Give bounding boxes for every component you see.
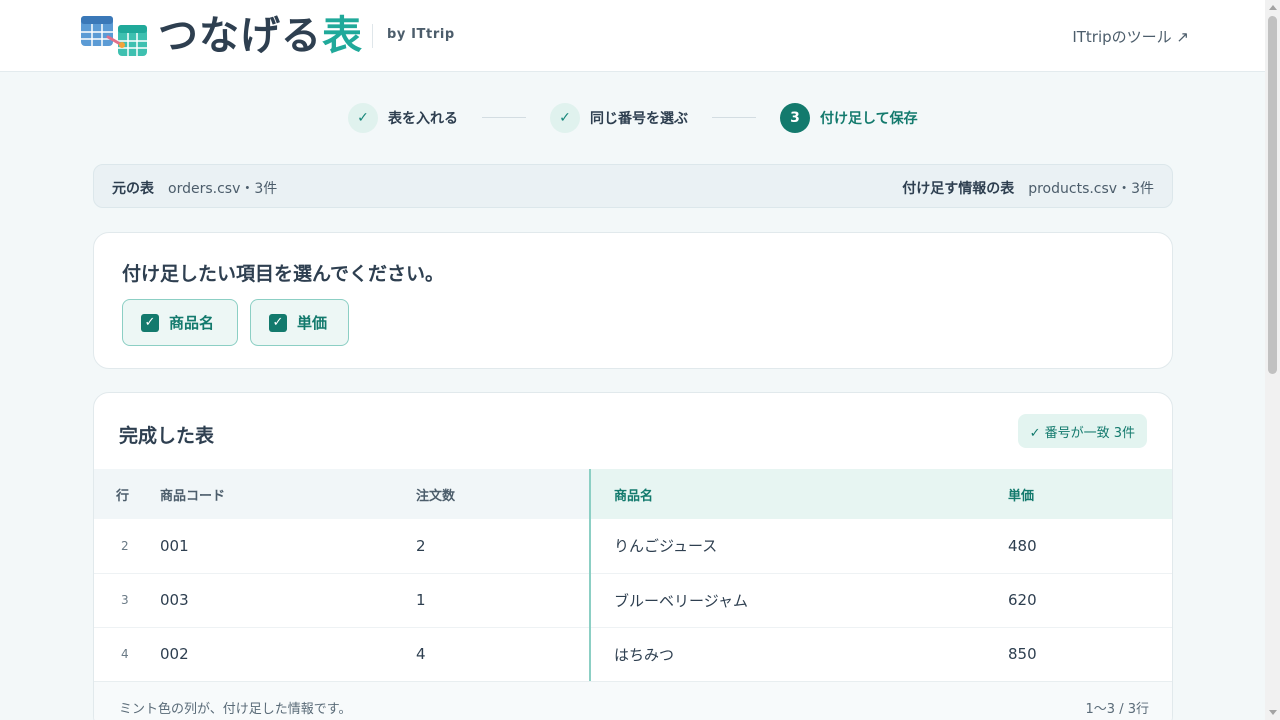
- header-product-name: 商品名: [589, 469, 1008, 519]
- chip-label: 単価: [297, 314, 328, 332]
- result-title: 完成した表: [119, 425, 215, 447]
- source-append-file: products.csv・3件: [1028, 181, 1154, 197]
- app-header: つなげる表 by ITtrip ITtripのツール ↗: [0, 0, 1265, 72]
- cell-product-code: 003: [160, 573, 416, 628]
- cell-product-name: りんごジュース: [589, 519, 1008, 574]
- cell-quantity: 1: [416, 573, 590, 628]
- source-tables-bar: 元の表 orders.csv・3件 付け足す情報の表 products.csv・…: [93, 164, 1173, 208]
- cell-product-name: ブルーベリージャム: [589, 573, 1008, 628]
- source-original-file: orders.csv・3件: [168, 181, 278, 197]
- scroll-down-icon[interactable]: [1269, 710, 1277, 715]
- source-append: 付け足す情報の表 products.csv・3件: [902, 178, 1154, 198]
- cell-row-number: 4: [94, 627, 160, 682]
- table-merge-icon: [81, 16, 147, 56]
- cell-row-number: 2: [94, 519, 160, 574]
- header-product-code: 商品コード: [160, 469, 416, 519]
- table-row: 4 002 4 はちみつ 850: [94, 627, 1172, 682]
- step-label: 同じ番号を選ぶ: [590, 111, 688, 127]
- header-row-number: 行: [94, 469, 160, 519]
- checkbox-checked-icon[interactable]: ✓: [141, 313, 159, 332]
- match-count-badge: ✓ 番号が一致 3件: [1017, 414, 1147, 448]
- logo-main: つなげる: [158, 13, 322, 59]
- legend-note: ミント色の列が、付け足した情報です。: [119, 702, 352, 717]
- source-original-title: 元の表: [112, 181, 154, 197]
- source-original: 元の表 orders.csv・3件: [112, 178, 277, 198]
- result-table-card: 完成した表 ✓ 番号が一致 3件 行 商品コード 注文数 商品名 単価 2 00…: [93, 392, 1173, 720]
- header-quantity: 注文数: [416, 469, 590, 519]
- cell-unit-price: 480: [1008, 519, 1172, 574]
- cell-quantity: 4: [416, 627, 590, 682]
- step-label: 付け足して保存: [820, 111, 918, 127]
- step-label: 表を入れる: [388, 111, 458, 127]
- step-match-key: ✓ 同じ番号を選ぶ: [550, 102, 688, 134]
- table-header-row: 行 商品コード 注文数 商品名 単価: [94, 469, 1172, 519]
- logo-byline: by ITtrip: [387, 27, 455, 42]
- table-row: 3 003 1 ブルーベリージャム 620: [94, 573, 1172, 628]
- cell-product-name: はちみつ: [589, 627, 1008, 682]
- column-select-card: 付け足したい項目を選んでください。 ✓ 商品名 ✓ 単価: [93, 232, 1173, 369]
- step-connector: [482, 117, 526, 118]
- chip-label: 商品名: [169, 314, 215, 332]
- page-scrollbar[interactable]: [1265, 0, 1280, 720]
- progress-stepper: ✓ 表を入れる ✓ 同じ番号を選ぶ 3 付け足して保存: [0, 100, 1265, 136]
- cell-unit-price: 850: [1008, 627, 1172, 682]
- check-icon: ✓: [550, 103, 580, 133]
- row-count: 1〜3 / 3行: [1085, 702, 1149, 717]
- logo-accent: 表: [322, 13, 363, 59]
- scroll-thumb[interactable]: [1268, 16, 1277, 374]
- logo-divider: [372, 24, 373, 48]
- header-unit-price: 単価: [1008, 469, 1172, 519]
- column-chip-unit-price[interactable]: ✓ 単価: [250, 299, 349, 346]
- cell-product-code: 001: [160, 519, 416, 574]
- result-footer: ミント色の列が、付け足した情報です。 1〜3 / 3行: [94, 681, 1172, 720]
- step-number: 3: [780, 103, 810, 133]
- checkbox-checked-icon[interactable]: ✓: [269, 313, 287, 332]
- step-connector: [712, 117, 756, 118]
- cell-quantity: 2: [416, 519, 590, 574]
- table-row: 2 001 2 りんごジュース 480: [94, 519, 1172, 574]
- column-select-title: 付け足したい項目を選んでください。: [122, 263, 445, 285]
- check-icon: ✓: [348, 103, 378, 133]
- source-append-title: 付け足す情報の表: [902, 181, 1015, 197]
- ittrip-tools-link[interactable]: ITtripのツール ↗: [1072, 26, 1189, 47]
- cell-unit-price: 620: [1008, 573, 1172, 628]
- column-chip-product-name[interactable]: ✓ 商品名: [122, 299, 238, 346]
- app-logo-text: つなげる表: [158, 10, 363, 62]
- result-table: 行 商品コード 注文数 商品名 単価 2 001 2 りんごジュース 480 3…: [94, 469, 1172, 682]
- step-append-save: 3 付け足して保存: [780, 102, 918, 134]
- scroll-up-icon[interactable]: [1269, 5, 1277, 10]
- cell-product-code: 002: [160, 627, 416, 682]
- cell-row-number: 3: [94, 573, 160, 628]
- step-upload: ✓ 表を入れる: [348, 102, 458, 134]
